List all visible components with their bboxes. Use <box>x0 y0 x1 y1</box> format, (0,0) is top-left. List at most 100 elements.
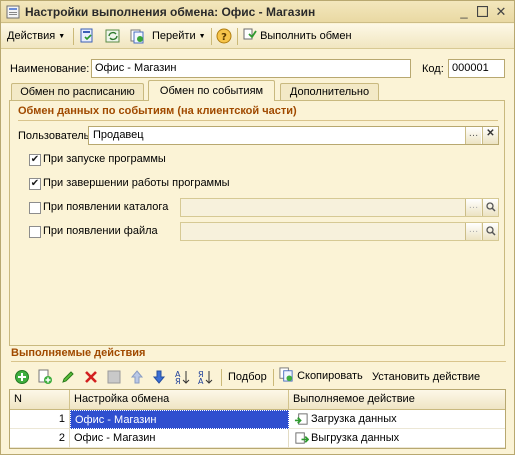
goto-menu-label: Перейти <box>152 30 196 42</box>
events-tab-panel: Обмен данных по событиям (на клиентской … <box>9 100 505 346</box>
file-path-field[interactable]: … <box>180 222 499 241</box>
clear-icon: ✕ <box>486 128 495 139</box>
row-action-cell[interactable]: Загрузка данных <box>289 410 505 429</box>
unload-data-icon <box>295 432 309 444</box>
minimize-button[interactable]: _ <box>456 4 472 20</box>
ellipsis-icon: … <box>468 224 479 235</box>
name-field[interactable]: Офис - Магазин <box>91 59 411 78</box>
copy-document-icon[interactable] <box>129 28 145 44</box>
toolbar: Действия ▼ Перейти ▼ ? Выполнить обмен <box>1 24 514 49</box>
end-edit-icon[interactable] <box>106 369 122 385</box>
move-up-icon[interactable] <box>129 369 145 385</box>
on-file-checkbox[interactable] <box>29 226 41 238</box>
chevron-down-icon: ▼ <box>198 33 206 40</box>
on-exit-checkbox[interactable]: ✔ <box>29 178 41 190</box>
toolbar-separator <box>73 28 74 45</box>
toolbar-separator <box>211 28 212 45</box>
copy-label: Скопировать <box>297 370 363 382</box>
search-icon <box>485 202 496 212</box>
toolbar-separator <box>221 369 222 386</box>
catalog-path-field[interactable]: … <box>180 198 499 217</box>
row-setting-cell[interactable]: Офис - Магазин <box>70 429 289 448</box>
on-start-label: При запуске программы <box>43 153 166 165</box>
exchange-settings-window: Настройки выполнения обмена: Офис - Мага… <box>0 0 515 455</box>
code-field[interactable]: 000001 <box>448 59 505 78</box>
name-label: Наименование: <box>10 63 90 75</box>
open-catalog-button[interactable] <box>482 199 498 216</box>
tab-events[interactable]: Обмен по событиям <box>148 80 275 101</box>
row-number: 2 <box>10 429 70 448</box>
goto-menu[interactable]: Перейти ▼ <box>152 28 206 45</box>
sort-ascending-icon[interactable]: AЯ <box>174 369 190 385</box>
column-header-action[interactable]: Выполняемое действие <box>289 390 505 410</box>
ellipsis-icon: … <box>468 200 479 211</box>
select-user-button[interactable]: … <box>465 127 481 144</box>
sort-descending-icon[interactable]: ЯA <box>197 369 213 385</box>
tab-additional-label: Дополнительно <box>289 86 370 98</box>
actions-menu[interactable]: Действия ▼ <box>7 28 65 45</box>
toolbar-separator <box>237 28 238 45</box>
svg-text:Я: Я <box>175 377 181 385</box>
user-label: Пользователь: <box>18 130 93 142</box>
tab-additional[interactable]: Дополнительно <box>280 83 379 100</box>
maximize-icon <box>476 5 488 18</box>
close-button[interactable]: ✕ <box>493 4 509 20</box>
execute-exchange-label: Выполнить обмен <box>260 30 352 42</box>
column-header-n[interactable]: N <box>10 390 70 410</box>
save-and-close-icon[interactable] <box>79 28 95 44</box>
svg-text:?: ? <box>221 32 227 43</box>
execute-exchange-button[interactable]: Выполнить обмен <box>243 28 352 45</box>
move-down-icon[interactable] <box>151 369 167 385</box>
user-value: Продавец <box>93 129 144 141</box>
copy-button[interactable]: Скопировать <box>279 367 363 384</box>
execute-exchange-icon <box>243 28 257 40</box>
edit-row-icon[interactable] <box>60 369 76 385</box>
actions-table[interactable]: N Настройка обмена Выполняемое действие … <box>9 389 506 449</box>
maximize-button[interactable] <box>474 4 490 20</box>
copy-row-icon[interactable] <box>37 369 53 385</box>
exchange-settings-icon <box>6 5 20 19</box>
close-icon: ✕ <box>495 4 507 19</box>
select-catalog-button[interactable]: … <box>465 199 481 216</box>
tab-schedule[interactable]: Обмен по расписанию <box>11 83 144 100</box>
on-start-checkbox[interactable]: ✔ <box>29 154 41 166</box>
row-action-cell[interactable]: Выгрузка данных <box>289 429 505 448</box>
delete-row-icon[interactable] <box>83 369 99 385</box>
load-data-icon <box>294 413 308 425</box>
set-action-button[interactable]: Установить действие <box>372 371 480 383</box>
row-setting-cell[interactable]: Офис - Магазин <box>70 410 289 429</box>
help-icon[interactable]: ? <box>216 28 232 44</box>
actions-section-title: Выполняемые действия <box>11 347 146 359</box>
user-field[interactable]: Продавец … ✕ <box>88 126 499 145</box>
on-catalog-label: При появлении каталога <box>43 201 169 213</box>
check-icon: ✔ <box>30 178 40 189</box>
ellipsis-icon: … <box>468 128 479 139</box>
search-icon <box>485 226 496 236</box>
column-header-setting[interactable]: Настройка обмена <box>70 390 289 410</box>
actions-menu-label: Действия <box>7 30 56 42</box>
chevron-down-icon: ▼ <box>58 33 66 40</box>
row-number: 1 <box>10 410 70 429</box>
add-row-icon[interactable] <box>14 369 30 385</box>
code-label: Код: <box>422 63 444 75</box>
minimize-icon: _ <box>460 4 468 19</box>
refresh-icon[interactable] <box>105 28 121 44</box>
copy-icon <box>279 367 293 382</box>
check-icon: ✔ <box>30 154 40 165</box>
select-file-button[interactable]: … <box>465 223 481 240</box>
group-divider <box>11 361 506 362</box>
open-file-button[interactable] <box>482 223 498 240</box>
clear-user-button[interactable]: ✕ <box>482 127 498 144</box>
on-catalog-checkbox[interactable] <box>29 202 41 214</box>
toolbar-separator <box>273 369 274 386</box>
on-exit-label: При завершении работы программы <box>43 177 230 189</box>
row-action-label: Выгрузка данных <box>311 432 400 444</box>
tab-schedule-label: Обмен по расписанию <box>20 86 135 98</box>
svg-text:A: A <box>198 377 204 385</box>
picker-button[interactable]: Подбор <box>228 371 267 383</box>
title-bar: Настройки выполнения обмена: Офис - Мага… <box>1 1 514 23</box>
name-value: Офис - Магазин <box>95 62 177 74</box>
window-title: Настройки выполнения обмена: Офис - Мага… <box>25 5 316 19</box>
events-group-title: Обмен данных по событиям (на клиентской … <box>18 105 297 117</box>
on-file-label: При появлении файла <box>43 225 158 237</box>
